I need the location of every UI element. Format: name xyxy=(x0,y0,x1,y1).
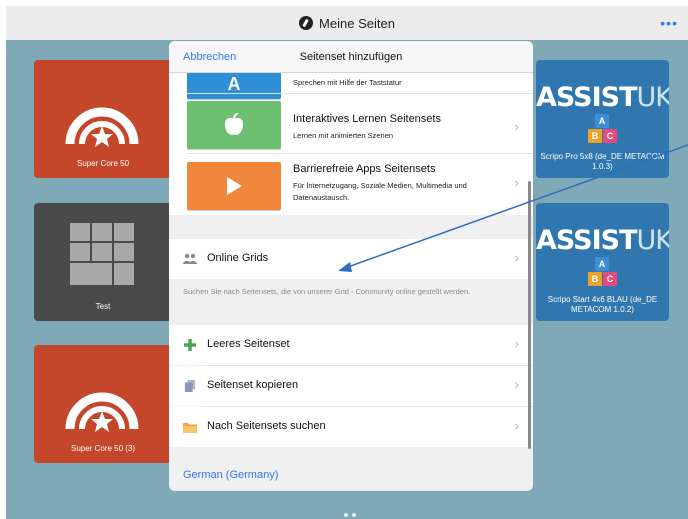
annotation-arrow xyxy=(338,144,688,272)
